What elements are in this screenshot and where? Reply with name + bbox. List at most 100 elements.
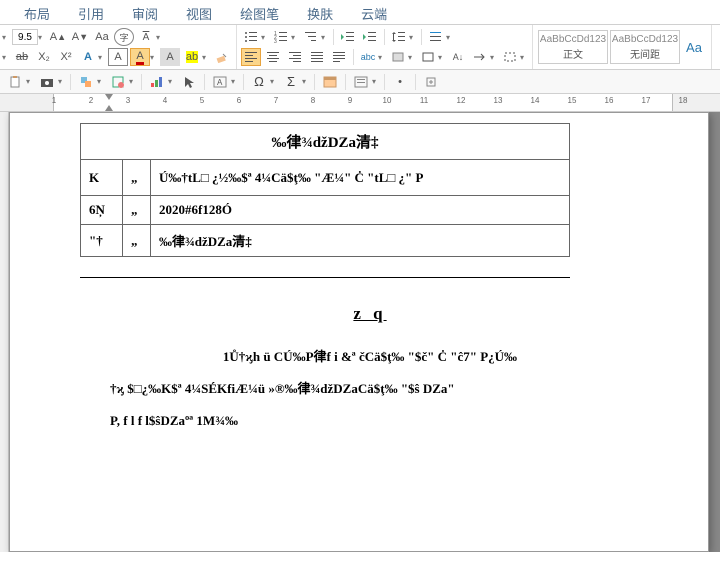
font-color-icon[interactable]: A bbox=[130, 48, 150, 66]
shapes-icon[interactable] bbox=[107, 73, 129, 91]
document-page[interactable]: ‰律¾džDZa清‡ K „ Ú‰†tL□ ¿½‰$ª 4¼Cä$ţ‰ "Æ¼"… bbox=[9, 112, 709, 552]
horizontal-ruler[interactable]: 123456789101112131415161718 bbox=[0, 94, 720, 112]
clear-format-icon[interactable] bbox=[212, 48, 232, 66]
style-nospacing[interactable]: AaBbCcDd123 无间距 bbox=[610, 30, 680, 64]
tab-dd-icon[interactable]: ▾ bbox=[490, 53, 498, 62]
table-cell[interactable]: K bbox=[81, 160, 123, 196]
multilevel-dd-icon[interactable]: ▾ bbox=[321, 33, 329, 42]
tab-char-icon[interactable] bbox=[470, 48, 490, 66]
dd-icon[interactable]: ▾ bbox=[270, 77, 278, 86]
tab-review[interactable]: 审阅 bbox=[118, 0, 172, 24]
multilevel-icon[interactable] bbox=[301, 28, 321, 46]
change-case-icon[interactable]: Aa bbox=[92, 28, 112, 46]
paste-icon[interactable] bbox=[4, 73, 26, 91]
table-title-cell[interactable]: ‰律¾džDZa清‡ bbox=[81, 124, 570, 160]
style-sample: Aa bbox=[686, 40, 702, 55]
dd-icon[interactable]: ▾ bbox=[129, 77, 137, 86]
para-dd-icon[interactable]: ▾ bbox=[446, 33, 454, 42]
vertical-ruler[interactable] bbox=[0, 112, 9, 552]
table-cell[interactable]: ‰律¾džDZa清‡ bbox=[151, 225, 570, 257]
table-cell[interactable]: Ú‰†tL□ ¿½‰$ª 4¼Cä$ţ‰ "Æ¼" Ċ "tL□ ¿" P bbox=[151, 160, 570, 196]
justify-icon[interactable] bbox=[307, 48, 327, 66]
spell-dd-icon[interactable]: ▾ bbox=[378, 53, 386, 62]
decrease-font-icon[interactable]: A▼ bbox=[70, 28, 90, 46]
doc-paragraph[interactable]: †ϗ $□¿‰K$ª 4¼SÉKfiÆ¼ü »®‰律¾džDZaCä$ţ‰ "$… bbox=[110, 378, 630, 400]
char-border-icon[interactable]: A bbox=[108, 48, 128, 66]
text-effects-icon[interactable]: A bbox=[78, 48, 98, 66]
tab-skin[interactable]: 换肤 bbox=[293, 0, 347, 24]
line-spacing-dd-icon[interactable]: ▾ bbox=[409, 33, 417, 42]
select-icon[interactable] bbox=[75, 73, 97, 91]
table-cell[interactable]: „ bbox=[123, 225, 151, 257]
shading-dd-icon[interactable]: ▾ bbox=[408, 53, 416, 62]
text-box-icon[interactable]: A bbox=[209, 73, 231, 91]
strike-icon[interactable]: ab bbox=[12, 48, 32, 66]
more-icon[interactable] bbox=[420, 73, 442, 91]
distribute-icon[interactable] bbox=[329, 48, 349, 66]
dd-icon[interactable]: ▾ bbox=[302, 77, 310, 86]
tab-ink[interactable]: 绘图笔 bbox=[226, 0, 293, 24]
numbering-icon[interactable]: 123 bbox=[271, 28, 291, 46]
borders-icon[interactable] bbox=[418, 48, 438, 66]
doc-heading[interactable]: z q bbox=[80, 304, 660, 324]
indent-increase-icon[interactable] bbox=[360, 28, 380, 46]
enclose-char-icon[interactable]: 字 bbox=[114, 28, 134, 46]
dot-icon[interactable]: • bbox=[389, 73, 411, 91]
marks-dd-icon[interactable]: ▾ bbox=[520, 53, 528, 62]
dd-icon[interactable]: ▾ bbox=[168, 77, 176, 86]
tab-view[interactable]: 视图 bbox=[172, 0, 226, 24]
tab-cloud[interactable]: 云端 bbox=[347, 0, 401, 24]
cursor-icon[interactable] bbox=[178, 73, 200, 91]
dd-icon[interactable]: ▾ bbox=[97, 77, 105, 86]
subscript-icon[interactable]: X₂ bbox=[34, 48, 54, 66]
highlight-dd-icon[interactable]: ▾ bbox=[202, 53, 210, 62]
bullets-dd-icon[interactable]: ▾ bbox=[261, 33, 269, 42]
form-icon[interactable] bbox=[319, 73, 341, 91]
align-center-icon[interactable] bbox=[263, 48, 283, 66]
dd-icon[interactable]: ▾ bbox=[231, 77, 239, 86]
camera-icon[interactable] bbox=[36, 73, 58, 91]
font-dropdown2-icon[interactable]: ▾ bbox=[2, 53, 10, 62]
table-cell[interactable]: 6Ņ bbox=[81, 196, 123, 225]
para-before-icon[interactable] bbox=[426, 28, 446, 46]
table-cell[interactable]: 2020#6f128Ó bbox=[151, 196, 570, 225]
align-right-icon[interactable] bbox=[285, 48, 305, 66]
dd-icon[interactable]: ▾ bbox=[372, 77, 380, 86]
chart-icon[interactable] bbox=[146, 73, 168, 91]
table-cell[interactable]: „ bbox=[123, 160, 151, 196]
shading-icon[interactable] bbox=[388, 48, 408, 66]
omega-icon[interactable]: Ω bbox=[248, 73, 270, 91]
doc-paragraph[interactable]: P, f l f l$ŝDZaºª 1M¾‰ bbox=[110, 410, 630, 432]
font-size-input[interactable] bbox=[12, 29, 38, 45]
font-size-dropdown-icon[interactable]: ▾ bbox=[38, 33, 46, 42]
show-marks-icon[interactable] bbox=[500, 48, 520, 66]
font-family-dropdown-icon[interactable]: ▾ bbox=[2, 33, 10, 42]
sigma-icon[interactable]: Σ bbox=[280, 73, 302, 91]
superscript-icon[interactable]: X² bbox=[56, 48, 76, 66]
numbering-dd-icon[interactable]: ▾ bbox=[291, 33, 299, 42]
char-shading-icon[interactable]: A bbox=[160, 48, 180, 66]
indent-decrease-icon[interactable] bbox=[338, 28, 358, 46]
phonetic-guide-icon[interactable]: A bbox=[136, 28, 156, 46]
bullets-icon[interactable] bbox=[241, 28, 261, 46]
table-cell[interactable]: „ bbox=[123, 196, 151, 225]
increase-font-icon[interactable]: A▲ bbox=[48, 28, 68, 46]
text-effects-dd-icon[interactable]: ▾ bbox=[98, 53, 106, 62]
dd-icon[interactable]: ▾ bbox=[58, 77, 66, 86]
borders-dd-icon[interactable]: ▾ bbox=[438, 53, 446, 62]
tab-layout[interactable]: 布局 bbox=[10, 0, 64, 24]
sort-icon[interactable]: A↓ bbox=[448, 48, 468, 66]
dd-icon[interactable]: ▾ bbox=[26, 77, 34, 86]
font-color-dd-icon[interactable]: ▾ bbox=[150, 53, 158, 62]
style-heading[interactable]: Aa bbox=[682, 30, 706, 64]
line-spacing-icon[interactable] bbox=[389, 28, 409, 46]
spell-check-icon[interactable]: abc bbox=[358, 48, 378, 66]
link-icon[interactable] bbox=[350, 73, 372, 91]
table-cell[interactable]: "† bbox=[81, 225, 123, 257]
align-left-icon[interactable] bbox=[241, 48, 261, 66]
phonetic-dropdown-icon[interactable]: ▾ bbox=[156, 33, 164, 42]
style-normal[interactable]: AaBbCcDd123 正文 bbox=[538, 30, 608, 64]
doc-paragraph[interactable]: 1Ů†ϗh ü CÚ‰P律f i &ª čCä$ţ‰ "$č" Ċ "ĉ7" P… bbox=[110, 346, 630, 368]
highlight-icon[interactable]: ab bbox=[182, 48, 202, 66]
tab-reference[interactable]: 引用 bbox=[64, 0, 118, 24]
